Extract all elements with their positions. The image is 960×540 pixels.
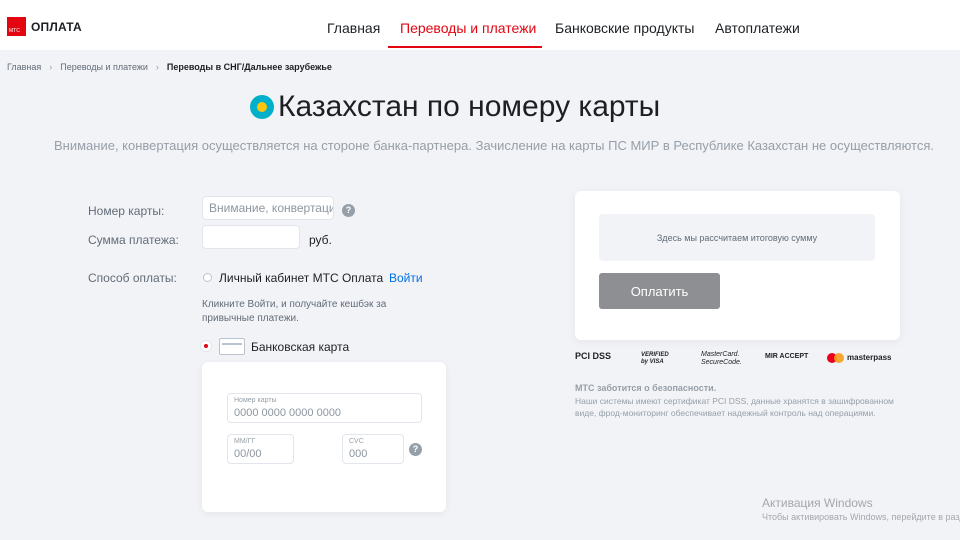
payment-method-label: Способ оплаты: — [88, 271, 177, 285]
card-details-form: Номер карты 0000 0000 0000 0000 ММ/ГГ 00… — [202, 362, 446, 512]
mir-accept-logo: MIR ACCEPT — [765, 353, 809, 360]
breadcrumb: Главная › Переводы и платежи › Переводы … — [7, 62, 332, 72]
cvc-field[interactable]: CVC 000 — [342, 434, 404, 464]
cvc-placeholder: 000 — [349, 448, 368, 460]
breadcrumb-home[interactable]: Главная — [7, 62, 41, 72]
option-account-label[interactable]: Личный кабинет МТС Оплата — [219, 271, 383, 285]
page-title: Казахстан по номеру карты — [278, 90, 661, 123]
card-number-field[interactable]: Номер карты 0000 0000 0000 0000 — [227, 393, 422, 423]
card-number-placeholder: 0000 0000 0000 0000 — [234, 407, 342, 419]
cvc-field-label: CVC — [349, 438, 364, 445]
security-text: Наши системы имеют сертификат PCI DSS, д… — [575, 396, 894, 418]
radio-account[interactable] — [203, 273, 212, 282]
expiry-field[interactable]: ММ/ГГ 00/00 — [227, 434, 294, 464]
windows-activation-text: Чтобы активировать Windows, перейдите в … — [762, 512, 960, 522]
amount-label: Сумма платежа: — [88, 233, 179, 247]
breadcrumb-transfers[interactable]: Переводы и платежи — [60, 62, 148, 72]
breadcrumb-current: Переводы в СНГ/Дальнее зарубежье — [166, 62, 332, 72]
windows-activation-title: Активация Windows — [762, 496, 873, 510]
mts-logo[interactable]: МТС ОПЛАТА — [7, 17, 82, 36]
pay-button[interactable]: Оплатить — [599, 273, 720, 309]
summary-panel: Здесь мы рассчитаем итоговую сумму Оплат… — [575, 191, 900, 340]
card-number-field-label: Номер карты — [234, 397, 277, 404]
cvc-help-icon[interactable]: ? — [409, 443, 422, 456]
help-icon[interactable]: ? — [342, 204, 355, 217]
mts-logo-mark: МТС — [7, 17, 26, 36]
bank-card-icon — [219, 338, 245, 355]
cashback-hint: Кликните Войти, и получайте кешбэк за пр… — [202, 299, 387, 324]
page-title-row: Казахстан по номеру карты — [250, 90, 660, 124]
radio-bank-card[interactable] — [201, 341, 211, 351]
currency-unit: руб. — [309, 233, 332, 247]
masterpass-circles-icon — [827, 353, 845, 363]
nav-item-autopayments[interactable]: Автоплатежи — [715, 20, 800, 36]
expiry-placeholder: 00/00 — [234, 448, 262, 460]
option-bank-card-label[interactable]: Банковская карта — [251, 340, 349, 354]
top-header: МТС ОПЛАТА Главная Переводы и платежи Ба… — [0, 0, 960, 50]
nav-item-transfers[interactable]: Переводы и платежи — [400, 20, 536, 36]
nav-item-bank-products[interactable]: Банковские продукты — [555, 20, 694, 36]
masterpass-logo: masterpass — [827, 353, 891, 363]
chevron-right-icon: › — [155, 62, 159, 72]
kazakhstan-flag-icon — [250, 95, 274, 119]
masterpass-logo-text: masterpass — [847, 353, 892, 363]
logo-text: ОПЛАТА — [31, 19, 82, 34]
security-title: МТС заботится о безопасности. — [575, 383, 717, 393]
login-link[interactable]: Войти — [389, 271, 423, 285]
chevron-right-icon: › — [49, 62, 53, 72]
security-logos: PCI DSS VERIFIED by VISA MasterCard. Sec… — [575, 348, 905, 370]
nav-active-indicator — [388, 46, 542, 48]
card-number-input[interactable]: Внимание, конвертация — [202, 196, 334, 220]
mastercard-securecode-logo: MasterCard. SecureCode. — [701, 351, 742, 366]
amount-input[interactable] — [202, 225, 300, 249]
card-number-label: Номер карты: — [88, 204, 165, 218]
pci-dss-logo: PCI DSS — [575, 351, 612, 361]
verified-by-visa-logo: VERIFIED by VISA — [641, 352, 669, 365]
nav-item-home[interactable]: Главная — [327, 20, 380, 36]
logo-mark-letters: МТС — [9, 28, 20, 34]
expiry-field-label: ММ/ГГ — [234, 438, 256, 445]
conversion-notice: Внимание, конвертация осуществляется на … — [54, 138, 934, 153]
total-sum-box: Здесь мы рассчитаем итоговую сумму — [599, 214, 875, 261]
